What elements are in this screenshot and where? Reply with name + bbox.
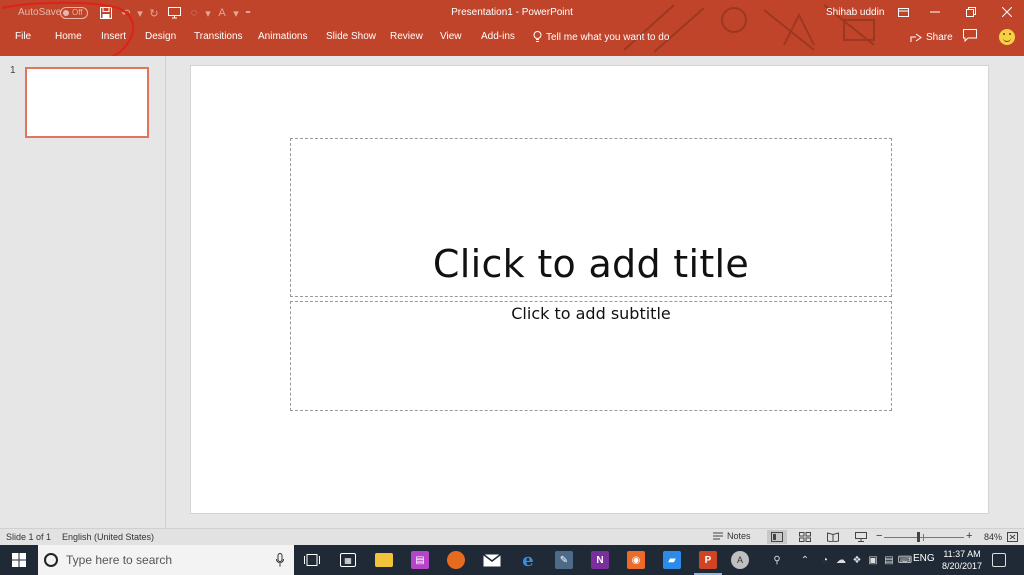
- tab-animations[interactable]: Animations: [258, 28, 307, 46]
- notes-icon: [713, 532, 723, 539]
- feedback-smiley-icon[interactable]: [999, 29, 1015, 45]
- onedrive-icon[interactable]: ☁: [834, 553, 848, 567]
- zoom-slider-center-mark: [923, 534, 924, 541]
- tab-insert[interactable]: Insert: [101, 28, 126, 46]
- start-from-beginning-icon[interactable]: [166, 5, 182, 21]
- title-placeholder[interactable]: Click to add title: [290, 138, 892, 297]
- people-icon[interactable]: ⚲: [770, 553, 784, 567]
- mail-icon[interactable]: [474, 545, 510, 575]
- tab-home[interactable]: Home: [55, 28, 82, 46]
- clock[interactable]: 11:37 AM 8/20/2017: [940, 548, 984, 572]
- save-icon[interactable]: [98, 5, 114, 21]
- normal-view-icon[interactable]: [767, 530, 787, 544]
- tab-view[interactable]: View: [440, 28, 462, 46]
- ribbon-display-options-icon[interactable]: [888, 3, 918, 21]
- edge-icon[interactable]: e: [510, 545, 546, 575]
- tab-file[interactable]: File: [15, 28, 31, 46]
- microphone-icon[interactable]: [276, 553, 284, 567]
- cortana-icon[interactable]: [44, 553, 58, 567]
- toggle-knob: [63, 10, 69, 16]
- slide-sorter-icon[interactable]: [795, 530, 815, 544]
- zoom-slider[interactable]: [884, 537, 964, 538]
- clock-date: 8/20/2017: [941, 561, 983, 571]
- slide-thumbnail-pane: 1: [0, 56, 165, 528]
- powerpoint-icon[interactable]: P: [690, 545, 726, 575]
- action-center-icon[interactable]: [992, 553, 1006, 567]
- pane-divider[interactable]: [165, 56, 166, 528]
- tab-add-ins[interactable]: Add-ins: [481, 28, 515, 46]
- windows-taskbar: ▦ ▤ e ✎ N ◉ ▰ P A ⚲ ⌃ ◔ ☁ ❖ ▣ ▤ ⌨ ENG 11…: [0, 545, 1024, 575]
- slide-thumbnail[interactable]: [25, 67, 149, 138]
- autosave-toggle[interactable]: Off: [60, 7, 88, 19]
- app-tile-orange-icon[interactable]: ◉: [618, 545, 654, 575]
- close-icon[interactable]: [992, 3, 1022, 21]
- subtitle-placeholder-text: Click to add subtitle: [511, 304, 671, 323]
- zoom-in-button[interactable]: +: [966, 530, 972, 543]
- tab-transitions[interactable]: Transitions: [194, 28, 243, 46]
- fit-slide-icon[interactable]: [1003, 530, 1021, 544]
- subtitle-placeholder[interactable]: Click to add subtitle: [290, 301, 892, 411]
- onenote-icon[interactable]: N: [582, 545, 618, 575]
- keyboard-icon[interactable]: ⌨: [898, 553, 912, 567]
- slide-count[interactable]: Slide 1 of 1: [6, 531, 51, 543]
- restore-icon[interactable]: [956, 3, 986, 21]
- taskbar-search-box[interactable]: [38, 545, 294, 575]
- input-language[interactable]: ENG: [913, 553, 935, 564]
- people-avatar[interactable]: A: [731, 551, 749, 569]
- security-icon[interactable]: ▣: [866, 553, 880, 567]
- taskbar-search-input[interactable]: [66, 553, 256, 567]
- tell-me-search[interactable]: Tell me what you want to do: [533, 28, 669, 46]
- language-status[interactable]: English (United States): [62, 531, 154, 543]
- network-icon[interactable]: ▤: [882, 553, 896, 567]
- tell-me-label: Tell me what you want to do: [546, 31, 670, 43]
- document-title: Presentation1 - PowerPoint: [451, 7, 573, 18]
- store-icon[interactable]: ▦: [330, 545, 366, 575]
- redo-icon[interactable]: ↻: [146, 5, 162, 21]
- slide-number: 1: [10, 65, 16, 76]
- zoom-slider-thumb[interactable]: [917, 532, 920, 542]
- comments-icon[interactable]: [963, 29, 981, 45]
- customize-toolbar-icon[interactable]: ⁼: [240, 5, 256, 21]
- tab-design[interactable]: Design: [145, 28, 176, 46]
- reading-view-icon[interactable]: [823, 530, 843, 544]
- clock-time: 11:37 AM: [943, 549, 981, 559]
- tab-slide-show[interactable]: Slide Show: [326, 28, 376, 46]
- ribbon-tabs: File Home Insert Design Transitions Anim…: [0, 28, 1024, 48]
- tab-review[interactable]: Review: [390, 28, 423, 46]
- autosave-label: AutoSave: [18, 7, 62, 18]
- show-hidden-icons-icon[interactable]: ⌃: [798, 553, 812, 567]
- minimize-icon[interactable]: [920, 3, 950, 21]
- dropbox-icon[interactable]: ❖: [850, 553, 864, 567]
- task-view-icon[interactable]: [294, 545, 330, 575]
- notes-label: Notes: [727, 531, 751, 541]
- wifi-icon[interactable]: ◔: [818, 553, 832, 567]
- file-explorer-icon[interactable]: [366, 545, 402, 575]
- title-placeholder-text: Click to add title: [432, 242, 750, 286]
- app-tile-purple-icon[interactable]: ▤: [402, 545, 438, 575]
- title-row: AutoSave Off ↶ ▾ ↻ ◌ ▾ A ▾ ⁼ Presentatio…: [0, 0, 1024, 26]
- windows-start-icon[interactable]: [0, 545, 38, 575]
- share-icon: [910, 33, 922, 42]
- autosave-state: Off: [72, 8, 83, 17]
- status-bar: Slide 1 of 1 English (United States) Not…: [0, 528, 1024, 545]
- title-bar: AutoSave Off ↶ ▾ ↻ ◌ ▾ A ▾ ⁼ Presentatio…: [0, 0, 1024, 56]
- app-tile-blue-icon[interactable]: ▰: [654, 545, 690, 575]
- firefox-icon[interactable]: [438, 545, 474, 575]
- notes-button[interactable]: Notes: [713, 531, 751, 541]
- whiteboard-icon[interactable]: ✎: [546, 545, 582, 575]
- user-name[interactable]: Shihab uddin: [826, 5, 884, 21]
- share-button[interactable]: Share: [910, 28, 953, 46]
- slide-canvas[interactable]: Click to add title Click to add subtitle: [190, 65, 989, 514]
- lightbulb-icon: [533, 31, 542, 42]
- slide-show-view-icon[interactable]: [851, 530, 871, 544]
- zoom-out-button[interactable]: −: [876, 530, 882, 543]
- zoom-level[interactable]: 84%: [984, 531, 1002, 543]
- share-label: Share: [926, 31, 953, 43]
